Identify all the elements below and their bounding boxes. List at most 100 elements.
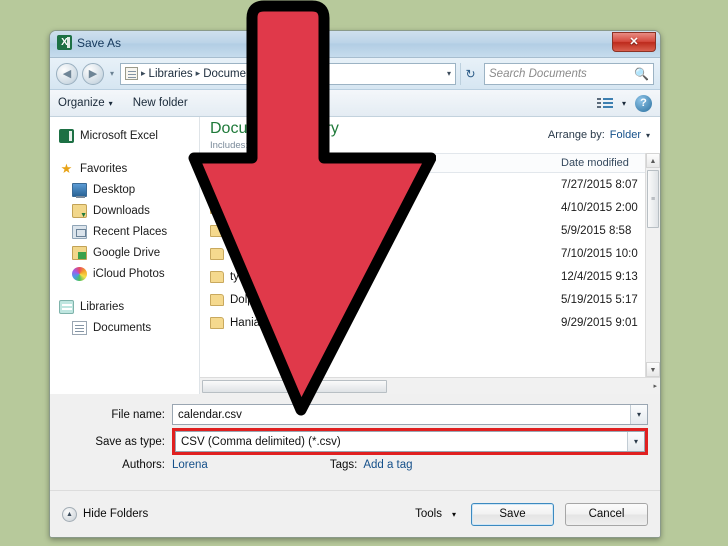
page-title: Documents library — [210, 119, 339, 137]
history-caret-icon[interactable]: ▾ — [108, 69, 116, 78]
nav-group-libraries[interactable]: Libraries — [50, 296, 199, 317]
nav-item-documents[interactable]: Documents — [50, 317, 199, 338]
dialog-footer: ▲ Hide Folders Tools ▾ Save Cancel — [50, 490, 660, 537]
arrange-by-control[interactable]: Arrange by: Folder ▾ — [548, 129, 650, 141]
chevron-down-icon[interactable]: ▾ — [441, 69, 451, 78]
library-subtitle: Includes: 2 locations — [210, 139, 297, 151]
file-name-cell: Dolphin Emulator — [200, 293, 555, 306]
horizontal-scrollbar-thumb[interactable]: ⦀ — [202, 380, 387, 393]
table-row[interactable]: Dolphin Emulator 5/19/2015 5:17 — [200, 288, 660, 311]
organize-button[interactable]: Organize ▾ — [58, 97, 113, 109]
refresh-icon[interactable]: ↻ — [460, 62, 480, 85]
column-header-row: Name ▲ Date modified — [200, 153, 660, 173]
file-name-row: File name: calendar.csv ▾ — [50, 403, 660, 426]
file-name-cell: tyra kursi infermieria — [200, 270, 555, 283]
chevron-down-icon[interactable]: ▾ — [630, 405, 647, 424]
nav-item-label: Recent Places — [93, 225, 168, 238]
new-folder-button[interactable]: New folder — [133, 97, 188, 109]
scroll-right-icon[interactable]: ▸ — [653, 380, 657, 393]
google-drive-icon — [72, 245, 87, 260]
chevron-down-icon[interactable]: ▾ — [627, 432, 644, 451]
tools-button[interactable]: Tools ▾ — [415, 508, 456, 520]
navigation-pane: Microsoft Excel ★ Favorites Desktop Down… — [50, 117, 200, 394]
breadcrumb[interactable]: ▸ Libraries ▸ Documents ▾ — [120, 62, 456, 85]
documents-icon — [72, 320, 87, 335]
file-list-pane: Documents library Includes: 2 locations … — [200, 117, 660, 394]
chevron-down-icon[interactable]: ▾ — [622, 99, 626, 108]
nav-item-microsoft-excel[interactable]: Microsoft Excel — [50, 125, 199, 146]
arrange-by-label: Arrange by: — [547, 129, 605, 141]
chevron-up-icon: ▲ — [62, 506, 77, 522]
add-a-tag-link[interactable]: Add a tag — [363, 459, 412, 471]
folder-icon — [210, 247, 224, 260]
authors-value[interactable]: Lorena — [172, 459, 208, 471]
save-as-type-row: Save as type: CSV (Comma delimited) (*.c… — [50, 428, 660, 455]
hide-folders-label: Hide Folders — [83, 508, 149, 520]
table-row[interactable]: 7/27/2015 8:07 — [200, 173, 660, 196]
breadcrumb-item-libraries[interactable]: Libraries — [149, 68, 193, 80]
library-title-block: Documents library Includes: 2 locations — [210, 120, 339, 151]
file-name-label: tyra kursi infermieria — [230, 270, 334, 283]
file-name-cell: sia Studio — [200, 224, 555, 237]
back-button[interactable]: ◀ — [56, 62, 78, 85]
nav-group-favorites[interactable]: ★ Favorites — [50, 158, 199, 179]
nav-item-icloud-photos[interactable]: iCloud Photos — [50, 263, 199, 284]
window-title: Save As — [77, 35, 122, 50]
save-as-type-combo[interactable]: CSV (Comma delimited) (*.csv) ▾ — [175, 431, 645, 452]
nav-item-google-drive[interactable]: Google Drive — [50, 242, 199, 263]
table-row[interactable]: 4/10/2015 2:00 — [200, 196, 660, 219]
arrange-by-value: Folder — [609, 129, 641, 141]
scroll-up-icon[interactable]: ▲ — [646, 153, 660, 168]
folder-icon — [210, 316, 224, 329]
horizontal-scrollbar[interactable]: ⦀ ▸ — [200, 377, 660, 394]
chevron-down-icon: ▾ — [108, 98, 113, 108]
footer-actions: Tools ▾ Save Cancel — [415, 502, 648, 526]
authors-label: Authors: — [122, 459, 165, 471]
file-name-input[interactable]: calendar.csv ▾ — [172, 404, 648, 425]
folder-icon — [210, 178, 224, 191]
save-form: File name: calendar.csv ▾ Save as type: … — [50, 394, 660, 471]
close-icon[interactable]: ✕ — [612, 32, 656, 52]
tags-label: Tags: — [329, 459, 358, 471]
column-header-name[interactable]: Name ▲ — [200, 154, 555, 169]
file-name-label: Hania — [230, 316, 261, 329]
folder-icon — [210, 224, 224, 237]
list-view-icon[interactable] — [596, 97, 613, 109]
command-bar: Organize ▾ New folder ▾ ? — [50, 90, 660, 117]
command-bar-right: ▾ ? — [596, 94, 652, 112]
save-as-type-value: CSV (Comma delimited) (*.csv) — [181, 435, 341, 448]
nav-item-label: Downloads — [93, 204, 150, 217]
search-input[interactable]: Search Documents 🔍 — [484, 62, 654, 85]
table-row[interactable]: sia Studio 5/9/2015 8:58 — [200, 219, 660, 242]
file-name-label: File name: — [111, 408, 165, 421]
save-button[interactable]: Save — [471, 502, 554, 526]
table-row[interactable]: om Office Templates 7/10/2015 10:0 — [200, 242, 660, 265]
recent-places-icon — [72, 224, 87, 239]
nav-item-label: Google Drive — [93, 246, 161, 259]
forward-button[interactable]: ▶ — [82, 62, 104, 85]
help-icon[interactable]: ? — [635, 94, 652, 112]
sort-ascending-icon: ▲ — [292, 154, 300, 163]
downloads-icon — [72, 203, 87, 219]
nav-item-label: iCloud Photos — [93, 267, 165, 280]
nav-group-label: Libraries — [80, 300, 125, 313]
hide-folders-button[interactable]: ▲ Hide Folders — [62, 506, 149, 522]
nav-item-recent-places[interactable]: Recent Places — [50, 221, 199, 242]
cancel-button[interactable]: Cancel — [565, 502, 648, 526]
nav-item-desktop[interactable]: Desktop — [50, 179, 199, 200]
file-name-label: sia Studio — [230, 224, 281, 237]
table-row[interactable]: tyra kursi infermieria 12/4/2015 9:13 — [200, 265, 660, 288]
nav-item-label: Documents — [93, 321, 152, 334]
scroll-down-icon[interactable]: ▼ — [646, 362, 660, 377]
search-icon: 🔍 — [634, 66, 649, 81]
breadcrumb-separator-1: ▸ — [195, 68, 201, 78]
save-as-type-label: Save as type: — [95, 435, 165, 448]
dialog-body: Microsoft Excel ★ Favorites Desktop Down… — [50, 117, 660, 394]
vertical-scrollbar[interactable]: ▲ ≡ ▼ — [645, 153, 660, 377]
nav-item-downloads[interactable]: Downloads — [50, 200, 199, 221]
file-name-label: om Office Templates — [230, 247, 335, 260]
table-row[interactable]: Hania 9/29/2015 9:01 — [200, 311, 660, 334]
vertical-scrollbar-thumb[interactable]: ≡ — [647, 170, 659, 228]
new-folder-label: New folder — [132, 97, 188, 109]
breadcrumb-item-documents[interactable]: Documents — [203, 68, 261, 80]
